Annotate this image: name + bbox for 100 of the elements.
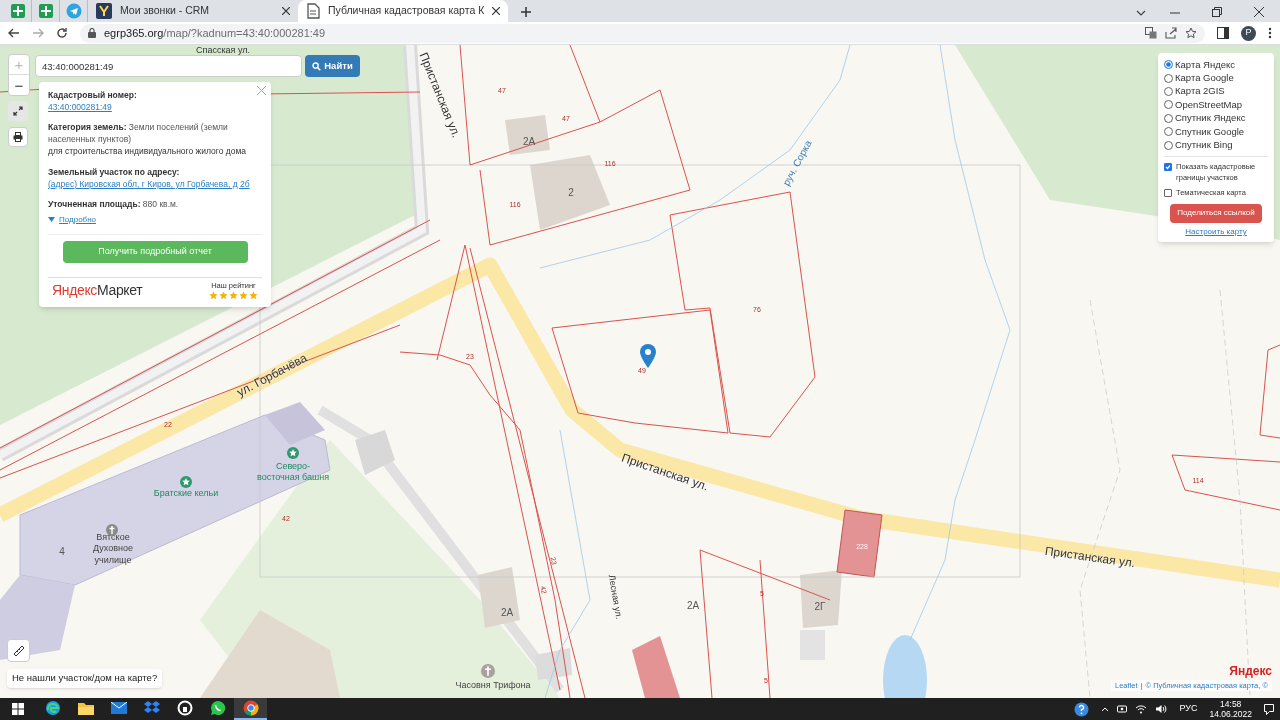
radio-button[interactable]	[1164, 127, 1173, 137]
printer-icon	[13, 132, 23, 142]
map-layer-option[interactable]: Карта Google	[1164, 71, 1268, 85]
reload-icon[interactable]	[56, 27, 68, 39]
chat-bubble-icon	[209, 700, 226, 716]
not-found-button[interactable]: Не нашли участок/дом на карте?	[7, 669, 163, 688]
tab-title: Публичная кадастровая карта К	[328, 3, 485, 19]
star-icon	[180, 476, 192, 488]
map-layer-option[interactable]: OpenStreetMap	[1164, 98, 1268, 112]
radio-button[interactable]	[1164, 140, 1173, 150]
notification-icon[interactable]	[1264, 703, 1274, 715]
rating-star-icon	[209, 291, 218, 301]
star-icon[interactable]	[1185, 27, 1197, 39]
checkbox[interactable]	[1164, 188, 1172, 197]
share-icon[interactable]	[1165, 27, 1177, 39]
help-icon[interactable]	[1074, 701, 1090, 717]
address-bar[interactable]: egrp365.org/map/?kadnum=43:40:000281:49	[80, 23, 1205, 43]
map-layer-option[interactable]: Карта Яндекс	[1164, 58, 1268, 72]
lock-icon	[88, 28, 96, 38]
street-label: Пристанская ул.	[1043, 542, 1137, 573]
close-icon[interactable]	[1254, 7, 1264, 17]
measure-button[interactable]	[7, 639, 30, 662]
letter-y-icon	[96, 3, 112, 19]
info-link[interactable]: 43:40:000281:49	[48, 101, 262, 113]
yandex-logo: Яндекс	[1229, 665, 1272, 677]
map-layer-option[interactable]: Спутник Google	[1164, 124, 1268, 139]
details-link[interactable]: Подробно	[59, 213, 97, 226]
street-label: Лесная ул.	[606, 574, 624, 620]
language-indicator[interactable]: РУС	[1179, 702, 1198, 716]
house-number: 2А	[686, 598, 700, 613]
place-label: Часовня Трифона	[455, 680, 531, 692]
radio-button[interactable]	[1164, 86, 1173, 96]
info-line: Категория земель: Земли поселений (земли населенных пунктов)	[48, 121, 229, 145]
caret-up-icon[interactable]	[1101, 706, 1110, 712]
wifi-icon[interactable]	[1135, 704, 1148, 714]
back-arrow-icon[interactable]	[8, 27, 20, 39]
location-pin-icon	[639, 343, 657, 369]
checkbox[interactable]	[1164, 162, 1172, 171]
side-panel-icon[interactable]	[1217, 27, 1229, 39]
ruler-icon	[12, 644, 25, 657]
document-icon	[306, 3, 320, 19]
restore-icon[interactable]	[1212, 7, 1222, 17]
caret-down-icon	[48, 217, 55, 223]
info-line: Кадастровый номер: 43:40:000281:49	[48, 89, 262, 113]
tab-title: Мои звонки - CRM	[120, 3, 211, 19]
print-button[interactable]	[8, 127, 28, 147]
close-icon[interactable]	[492, 7, 501, 15]
clock[interactable]: 14:58 14.06.2022	[1209, 699, 1252, 719]
paper-plane-icon	[65, 3, 82, 19]
rating-star-icon	[249, 291, 258, 301]
radio-button[interactable]	[1164, 60, 1173, 70]
cross-icon	[481, 664, 495, 678]
map-layer-option[interactable]: Спутник Bing	[1164, 138, 1268, 152]
street-label: Спасская ул.	[196, 45, 250, 55]
plus-icon[interactable]	[520, 6, 532, 18]
profile-avatar[interactable]: P	[1241, 25, 1256, 41]
radio-button[interactable]	[1164, 100, 1173, 110]
info-link[interactable]: (адрес) Кировская обл, г Киров, ул Горбачева, д 2б	[48, 177, 262, 190]
radio-button[interactable]	[1164, 113, 1173, 123]
purpose-text: для строительства индивидуального жилого дома	[48, 145, 248, 158]
spreadsheet-icon	[37, 3, 54, 19]
taskbar-app[interactable]	[234, 698, 267, 720]
spreadsheet-icon	[9, 3, 26, 19]
rating-star-icon	[219, 291, 228, 301]
close-icon[interactable]	[282, 7, 290, 15]
radio-button[interactable]	[1164, 73, 1173, 83]
info-line: Уточненная площадь: 880 кв.м.	[48, 197, 180, 210]
expand-arrows-icon	[13, 106, 23, 116]
wave-logo-icon	[44, 700, 61, 716]
place-label: Северо- восточная башня	[256, 460, 330, 484]
search-icon	[312, 61, 322, 71]
rating-star-icon	[239, 291, 248, 301]
market-logo: ЯндексМаркет	[52, 280, 143, 300]
house-number: 4	[59, 544, 65, 559]
meeting-icon[interactable]	[1117, 704, 1128, 714]
search-button[interactable]: Найти	[305, 55, 360, 77]
chevron-down-icon[interactable]	[1136, 9, 1146, 17]
browser-tab[interactable]: Мои звонки - CRM	[88, 0, 298, 22]
map-settings-link[interactable]: Настроить карту	[1164, 225, 1268, 238]
place-label: Вятское Духовное училище	[93, 532, 133, 566]
map-layer-option[interactable]: Карта 2GIS	[1164, 84, 1268, 99]
url-text: egrp365.org/map/?kadnum=43:40:000281:49	[104, 25, 326, 41]
cross-icon	[106, 524, 118, 536]
share-link-button[interactable]: Поделиться ссылкой	[1170, 203, 1262, 223]
house-number: 2А	[500, 605, 514, 620]
kebab-menu-icon[interactable]	[1268, 27, 1272, 39]
speaker-icon[interactable]	[1155, 704, 1168, 714]
star-icon	[287, 447, 299, 459]
search-field[interactable]: 43:40:000281:49	[35, 55, 302, 77]
house-number: 2А	[522, 134, 536, 149]
fullscreen-button[interactable]	[8, 101, 28, 121]
envelope-icon	[110, 702, 127, 714]
info-line: Земельный участок по адресу: (адрес) Кировская обл, г Киров, ул Горбачева, д 2б	[48, 165, 262, 190]
ring-icon	[176, 700, 193, 716]
browser-tab[interactable]: Публичная кадастровая карта К	[298, 0, 508, 22]
windows-logo-icon	[12, 703, 24, 715]
map-layer-option[interactable]: Спутник Яндекс	[1164, 111, 1268, 125]
translate-icon[interactable]	[1145, 27, 1157, 39]
house-number: 2Г	[814, 599, 826, 614]
zoom-out-button[interactable]: −	[9, 75, 29, 95]
